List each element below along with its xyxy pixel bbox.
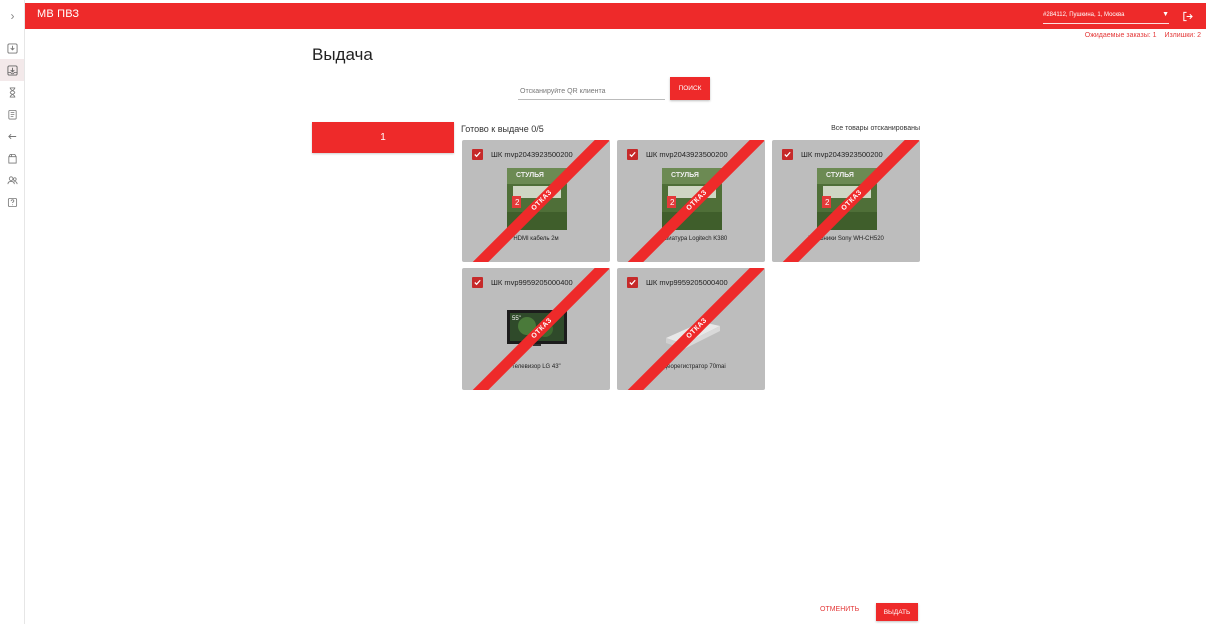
item-card[interactable]: ШК mvp2043923500200 2 СТУЛЬЯ Наушники So… [772,140,920,262]
item-name: Телевизор LG 43" [511,364,561,370]
item-barcode: ШК mvp9959205000400 [646,278,728,287]
caret-down-icon: ▼ [1162,11,1169,18]
sidebar-item-boxes[interactable] [0,147,24,169]
sidebar-item-returns[interactable] [0,125,24,147]
tv-size-label: 55" [512,316,521,322]
chevron-right-icon: › [10,9,15,23]
item-card[interactable]: ШК mvp9959205000400 55" Телевизор LG 43"… [462,268,610,390]
issue-button[interactable]: ВЫДАТЬ [876,603,918,621]
item-card[interactable]: ШК mvp2043923500200 2 СТУЛЬЯ HDMI кабель… [462,140,610,262]
page-title: Выдача [312,45,373,64]
item-name: Клавиатура Logitech K380 [654,236,728,242]
item-checkbox[interactable] [627,149,638,160]
promo-number: 2 [825,198,830,207]
inbox-issue-icon [6,64,18,76]
promo-number: 2 [670,198,675,207]
item-checkbox[interactable] [782,149,793,160]
check-icon [474,151,481,158]
item-checkbox[interactable] [472,277,483,288]
all-scanned-label: Все товары отсканированы [831,125,920,132]
item-name: HDMI кабель 2м [513,236,559,242]
check-icon [784,151,791,158]
item-barcode: ШК mvp9959205000400 [491,278,573,287]
logout-button[interactable] [1179,8,1195,24]
item-card[interactable]: ШК mvp9959205000400 Видеорегистратор 70m… [617,268,765,390]
check-icon [629,279,636,286]
top-bar: МВ ПВЗ #284112, Пушкина, 1, Москва ▼ [25,3,1206,29]
promo-text: СТУЛЬЯ [671,172,699,179]
sidebar-item-help[interactable] [0,191,24,213]
check-icon [474,279,481,286]
item-checkbox[interactable] [627,277,638,288]
clipboard-icon [7,109,17,119]
item-name: Видеорегистратор 70mai [656,364,726,370]
sidebar-item-documents[interactable] [0,103,24,125]
check-icon [629,151,636,158]
sidebar-item-users[interactable] [0,169,24,191]
logout-icon [1182,11,1193,21]
users-icon [7,175,17,184]
promo-number: 2 [515,198,520,207]
sidebar-item-issue[interactable] [0,59,24,81]
status-line: Ожидаемые заказы: 1 Излишки: 2 [1079,32,1201,39]
item-card[interactable]: ШК mvp2043923500200 2 СТУЛЬЯ Клавиатура … [617,140,765,262]
ready-counter: Готово к выдаче 0/5 [461,124,544,134]
store-select-value: #284112, Пушкина, 1, Москва [1043,12,1125,18]
return-arrow-icon [7,133,16,139]
item-checkbox[interactable] [472,149,483,160]
sidebar-item-waiting[interactable] [0,81,24,103]
sidebar-toggle-button[interactable]: › [0,6,25,26]
qr-search-input[interactable] [518,83,665,100]
app-title: МВ ПВЗ [37,8,80,20]
help-icon [7,197,17,207]
store-select[interactable]: #284112, Пушкина, 1, Москва ▼ [1043,8,1169,24]
inbox-download-icon [6,42,18,54]
expected-orders-link[interactable]: Ожидаемые заказы: 1 [1085,32,1157,39]
sidebar-item-receive[interactable] [0,37,24,59]
cancel-button[interactable]: ОТМЕНИТЬ [820,606,859,613]
item-barcode: ШК mvp2043923500200 [801,150,883,159]
order-tab[interactable]: 1 [312,122,454,153]
search-button[interactable]: ПОИСК [670,77,710,100]
item-name: Наушники Sony WH-CH520 [808,236,884,242]
hourglass-icon [9,87,15,97]
item-barcode: ШК mvp2043923500200 [646,150,728,159]
sidebar: › [0,0,25,624]
box-open-icon [7,153,17,163]
promo-text: СТУЛЬЯ [516,172,544,179]
surplus-link[interactable]: Излишки: 2 [1164,32,1201,39]
item-barcode: ШК mvp2043923500200 [491,150,573,159]
promo-text: СТУЛЬЯ [826,172,854,179]
